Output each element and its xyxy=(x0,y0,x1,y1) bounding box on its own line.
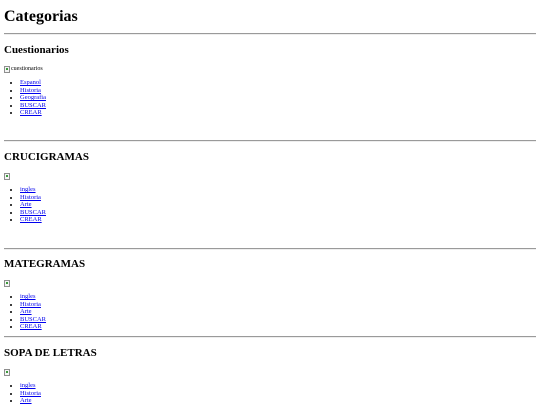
divider xyxy=(4,33,536,35)
section-mategramas: MATEGRAMAS ingles Historia Arte BUSCAR C… xyxy=(4,257,536,331)
list-item: ingles xyxy=(20,186,536,194)
list-item: Arte xyxy=(20,201,536,209)
link-list: ingles Historia Arte xyxy=(4,382,536,405)
section-title: MATEGRAMAS xyxy=(4,258,86,270)
divider xyxy=(4,248,536,250)
list-item: CREAR xyxy=(20,109,536,117)
link-historia[interactable]: Historia xyxy=(20,87,41,94)
link-ingles[interactable]: ingles xyxy=(20,293,36,300)
link-buscar[interactable]: BUSCAR xyxy=(20,316,46,323)
list-item: CREAR xyxy=(20,323,536,331)
broken-image-icon xyxy=(4,172,536,181)
section-sopa-de-letras: SOPA DE LETRAS ingles Historia Arte xyxy=(4,346,536,405)
link-arte[interactable]: Arte xyxy=(20,201,32,208)
divider xyxy=(4,336,536,338)
list-item: Historia xyxy=(20,301,536,309)
link-crear[interactable]: CREAR xyxy=(20,323,42,330)
list-item: ingles xyxy=(20,382,536,390)
link-historia[interactable]: Historia xyxy=(20,390,41,397)
link-ingles[interactable]: ingles xyxy=(20,382,36,389)
link-arte[interactable]: Arte xyxy=(20,397,32,404)
list-item: Espanol xyxy=(20,79,536,87)
list-item: BUSCAR xyxy=(20,102,536,110)
list-item: Arte xyxy=(20,308,536,316)
broken-image-icon xyxy=(4,368,536,377)
list-item: Historia xyxy=(20,194,536,202)
link-espanol[interactable]: Espanol xyxy=(20,79,41,86)
section-title: SOPA DE LETRAS xyxy=(4,347,97,359)
list-item: CREAR xyxy=(20,216,536,224)
link-crear[interactable]: CREAR xyxy=(20,109,42,116)
section-crucigramas: CRUCIGRAMAS ingles Historia Arte BUSCAR … xyxy=(4,150,536,224)
link-buscar[interactable]: BUSCAR xyxy=(20,209,46,216)
list-item: Historia xyxy=(20,390,536,398)
divider xyxy=(4,140,536,142)
link-ingles[interactable]: ingles xyxy=(20,186,36,193)
link-historia[interactable]: Historia xyxy=(20,301,41,308)
section-title: CRUCIGRAMAS xyxy=(4,151,89,163)
section-cuestionarios: Cuestionarios cuestionarios Espanol Hist… xyxy=(4,43,536,117)
section-title: Cuestionarios xyxy=(4,44,69,56)
link-geografia[interactable]: Geografia xyxy=(20,94,46,101)
broken-image-icon: cuestionarios xyxy=(4,65,536,74)
page-title: Categorias xyxy=(4,8,78,25)
list-item: Arte xyxy=(20,397,536,405)
link-buscar[interactable]: BUSCAR xyxy=(20,102,46,109)
list-item: Geografia xyxy=(20,94,536,102)
list-item: ingles xyxy=(20,293,536,301)
link-list: Espanol Historia Geografia BUSCAR CREAR xyxy=(4,79,536,117)
link-arte[interactable]: Arte xyxy=(20,308,32,315)
link-list: ingles Historia Arte BUSCAR CREAR xyxy=(4,186,536,224)
broken-image-icon xyxy=(4,279,536,288)
list-item: Historia xyxy=(20,87,536,95)
list-item: BUSCAR xyxy=(20,316,536,324)
link-list: ingles Historia Arte BUSCAR CREAR xyxy=(4,293,536,331)
link-historia[interactable]: Historia xyxy=(20,194,41,201)
image-alt-text: cuestionarios xyxy=(11,66,43,72)
link-crear[interactable]: CREAR xyxy=(20,216,42,223)
list-item: BUSCAR xyxy=(20,209,536,217)
